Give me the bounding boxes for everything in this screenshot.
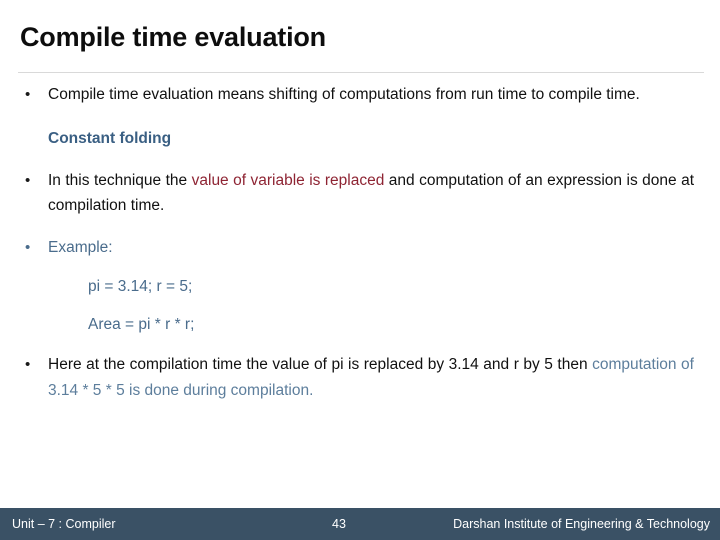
footer-unit-label: Unit – 7 : Compiler <box>12 517 116 531</box>
bullet-item-4: • Here at the compilation time the value… <box>0 352 720 403</box>
slide-root: Compile time evaluation • Compile time e… <box>0 0 720 540</box>
bullet2-part1: In this technique the <box>48 171 192 189</box>
bullet-dot-icon: • <box>25 86 31 103</box>
title-divider <box>18 72 704 73</box>
footer-institute-label: Darshan Institute of Engineering & Techn… <box>453 517 710 531</box>
bullet2-highlight: value of variable is replaced <box>191 171 385 189</box>
slide-header: Compile time evaluation <box>0 20 720 74</box>
bullet-item-1: • Compile time evaluation means shifting… <box>0 82 720 108</box>
bullet-text-3: Example: <box>48 238 113 256</box>
code-line-2: Area = pi * r * r; <box>88 316 195 333</box>
slide-body: • Compile time evaluation means shifting… <box>0 82 720 502</box>
bullet-dot-icon: • <box>25 356 31 373</box>
bullet-item-2: • In this technique the value of variabl… <box>0 168 720 219</box>
slide-footer: Unit – 7 : Compiler 43 Darshan Institute… <box>0 508 720 540</box>
bullet-dot-icon: • <box>25 171 31 189</box>
bullet-dot-icon: • <box>25 238 31 256</box>
bullet-text-2: In this technique the value of variable … <box>48 168 694 219</box>
bullet-text-4: Here at the compilation time the value o… <box>48 352 694 403</box>
page-title: Compile time evaluation <box>20 22 326 52</box>
subheading-label: Constant folding <box>48 129 172 147</box>
subheading-constant-folding: Constant folding <box>0 126 720 152</box>
code-line-1: pi = 3.14; r = 5; <box>88 278 193 295</box>
bullet-item-3: • Example: <box>0 235 720 261</box>
footer-page-number: 43 <box>332 517 346 531</box>
bullet-text-1: Compile time evaluation means shifting o… <box>48 86 640 103</box>
bullet4-part1: Here at the compilation time the value o… <box>48 356 593 373</box>
